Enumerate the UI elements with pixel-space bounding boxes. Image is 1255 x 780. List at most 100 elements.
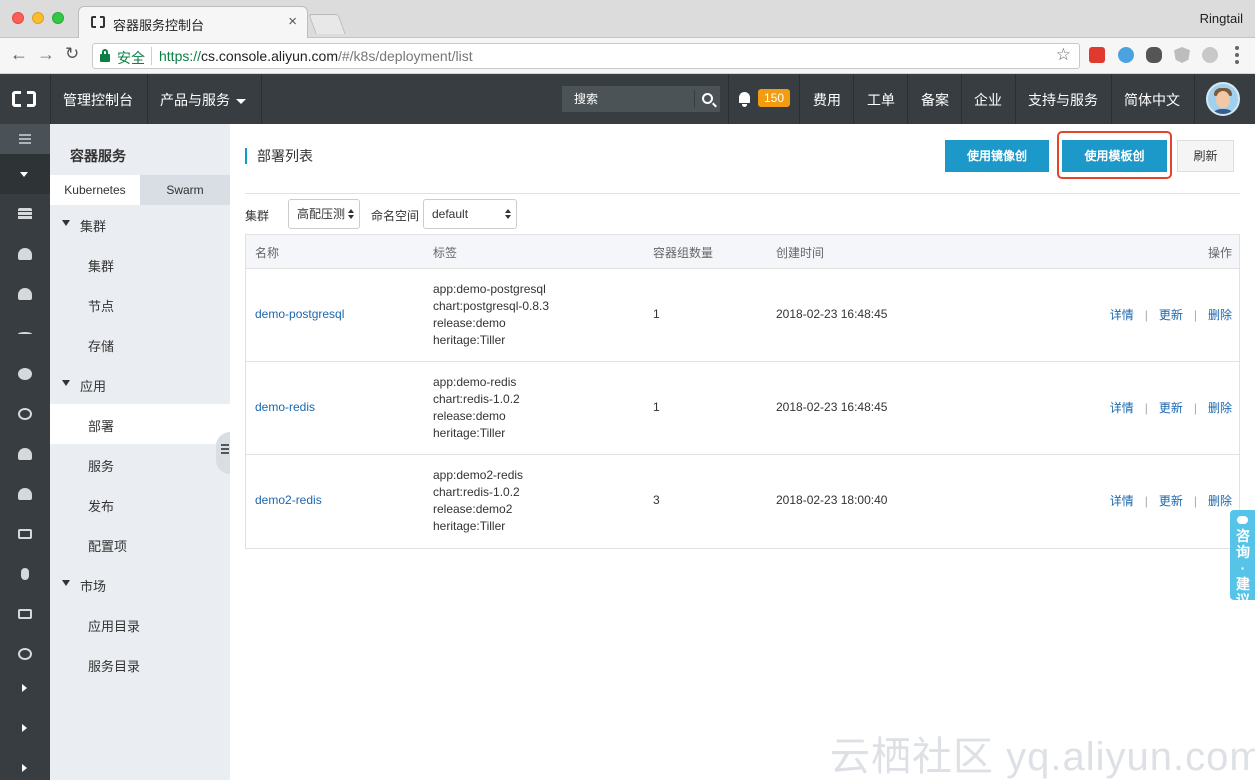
products-menu[interactable]: 产品与服务: [160, 90, 246, 110]
url-separator: [151, 47, 152, 65]
global-search: [562, 86, 720, 112]
chevron-right-icon[interactable]: [22, 724, 27, 732]
deployment-name-link[interactable]: demo-redis: [255, 400, 315, 414]
sidebar-item-releases[interactable]: 发布: [50, 484, 230, 524]
update-link[interactable]: 更新: [1159, 401, 1183, 415]
caret-down-icon: [62, 580, 70, 586]
console-home-link[interactable]: 管理控制台: [63, 90, 133, 110]
play-circle-icon[interactable]: [18, 408, 32, 420]
refresh-circle-icon[interactable]: [18, 648, 32, 660]
cluster-icon[interactable]: [18, 368, 32, 380]
extension-evernote-icon[interactable]: [1146, 47, 1162, 63]
cloud-sync-icon[interactable]: [18, 448, 32, 460]
delete-link[interactable]: 删除: [1208, 494, 1232, 508]
delete-link[interactable]: 删除: [1208, 308, 1232, 322]
close-window-button[interactable]: [12, 12, 24, 24]
namespace-select[interactable]: default: [423, 199, 517, 229]
create-from-image-button[interactable]: 使用镜像创建: [945, 140, 1049, 195]
maximize-window-button[interactable]: [52, 12, 64, 24]
deployment-name-link[interactable]: demo2-redis: [255, 493, 322, 507]
url-text[interactable]: https://cs.console.aliyun.com/#/k8s/depl…: [159, 48, 473, 64]
tab-kubernetes[interactable]: Kubernetes: [50, 175, 140, 205]
rail-collapse-button[interactable]: [0, 154, 50, 194]
table-header: 名称 标签 容器组数量 创建时间 操作: [246, 235, 1239, 269]
bell-icon[interactable]: [739, 92, 750, 107]
sidebar-group-market[interactable]: 市场: [50, 564, 230, 604]
sidebar-item-services[interactable]: 服务: [50, 444, 230, 484]
extension-fe-icon[interactable]: [1089, 47, 1105, 63]
nav-icp[interactable]: 备案: [921, 90, 949, 110]
cluster-select[interactable]: 高配压测: [288, 199, 360, 229]
row-actions: 详情 | 更新 | 删除: [1109, 308, 1232, 322]
address-bar[interactable]: 安全 https://cs.console.aliyun.com/#/k8s/d…: [92, 43, 1080, 69]
table-row: demo2-redis app:demo2-redis chart:redis-…: [246, 455, 1239, 548]
extension-angular-icon[interactable]: [1174, 47, 1190, 63]
cloud-upload-icon[interactable]: [18, 248, 32, 260]
microphone-icon[interactable]: [21, 568, 29, 580]
refresh-button[interactable]: 刷新: [1177, 140, 1234, 172]
sidebar-collapse-handle[interactable]: [216, 432, 230, 474]
nav-divider: [728, 74, 729, 124]
bookmark-star-icon[interactable]: ☆: [1056, 45, 1071, 65]
tab-close-icon[interactable]: ×: [288, 13, 297, 30]
sidebar-group-cluster[interactable]: 集群: [50, 204, 230, 244]
nav-enterprise[interactable]: 企业: [974, 90, 1002, 110]
browser-menu-icon[interactable]: [1235, 46, 1239, 64]
aliyun-service-icon[interactable]: [18, 529, 32, 539]
sidebar-item-storage[interactable]: 存储: [50, 324, 230, 364]
chevron-right-icon[interactable]: [22, 764, 27, 772]
namespace-filter-label: 命名空间: [371, 209, 420, 223]
delete-link[interactable]: 删除: [1208, 401, 1232, 415]
browser-tab-active[interactable]: 容器服务控制台 ×: [78, 6, 308, 38]
table-row: demo-redis app:demo-redis chart:redis-1.…: [246, 362, 1239, 455]
extension-grey-icon[interactable]: [1202, 47, 1218, 63]
feedback-tab[interactable]: 咨询·建议: [1230, 510, 1255, 608]
sidebar-item-service-catalog[interactable]: 服务目录: [50, 644, 230, 684]
aliyun-logo-icon[interactable]: [12, 91, 36, 107]
new-tab-button[interactable]: [308, 14, 346, 34]
details-link[interactable]: 详情: [1110, 401, 1134, 415]
avatar[interactable]: [1206, 82, 1240, 116]
nav-support[interactable]: 支持与服务: [1028, 90, 1098, 110]
sidebar-item-app-catalog[interactable]: 应用目录: [50, 604, 230, 644]
rail-menu-button[interactable]: [0, 124, 50, 154]
sidebar-item-configmaps[interactable]: 配置项: [50, 524, 230, 564]
sidebar-tabs: Kubernetes Swarm: [50, 175, 230, 205]
search-icon[interactable]: [702, 93, 713, 104]
update-link[interactable]: 更新: [1159, 494, 1183, 508]
service-sidebar: 容器服务 Kubernetes Swarm 集群 集群 节点 存储 应用 部署 …: [50, 124, 230, 780]
cluster-filter-label: 集群: [245, 209, 270, 223]
cloud-icon[interactable]: [18, 288, 32, 300]
sidebar-item-deployments[interactable]: 部署: [50, 404, 230, 444]
chevron-down-icon: [236, 98, 246, 104]
sidebar-item-nodes[interactable]: 节点: [50, 284, 230, 324]
back-arrow-icon[interactable]: ←: [10, 44, 28, 65]
nav-tickets[interactable]: 工单: [867, 90, 895, 110]
extension-blue-icon[interactable]: [1118, 47, 1134, 63]
database-icon[interactable]: [18, 208, 32, 220]
browser-tab-title: 容器服务控制台: [113, 18, 205, 33]
forward-arrow-icon[interactable]: →: [37, 44, 55, 65]
minimize-window-button[interactable]: [32, 12, 44, 24]
update-link[interactable]: 更新: [1159, 308, 1183, 322]
sidebar-item-clusters[interactable]: 集群: [50, 244, 230, 284]
browser-tab-bar: 容器服务控制台 × Ringtail: [0, 0, 1255, 38]
chat-icon: [1237, 516, 1248, 524]
sidebar-group-application[interactable]: 应用: [50, 364, 230, 404]
tab-swarm[interactable]: Swarm: [140, 175, 230, 205]
deployment-name-link[interactable]: demo-postgresql: [255, 307, 344, 321]
notification-badge[interactable]: 150: [758, 89, 791, 107]
reload-icon[interactable]: ↻: [65, 44, 79, 64]
search-input[interactable]: [562, 86, 692, 112]
nav-billing[interactable]: 费用: [813, 90, 841, 110]
deployment-labels: app:demo-redis chart:redis-1.0.2 release…: [433, 375, 520, 440]
chevron-right-icon[interactable]: [22, 684, 27, 692]
cloud-download-icon[interactable]: [18, 488, 32, 500]
nav-language[interactable]: 简体中文: [1124, 90, 1180, 110]
aliyun-service-icon[interactable]: [18, 609, 32, 619]
details-link[interactable]: 详情: [1110, 494, 1134, 508]
browser-profile-name[interactable]: Ringtail: [1200, 11, 1243, 26]
create-from-template-button[interactable]: 使用模板创建: [1062, 140, 1167, 195]
details-link[interactable]: 详情: [1110, 308, 1134, 322]
wave-icon[interactable]: [18, 332, 32, 336]
